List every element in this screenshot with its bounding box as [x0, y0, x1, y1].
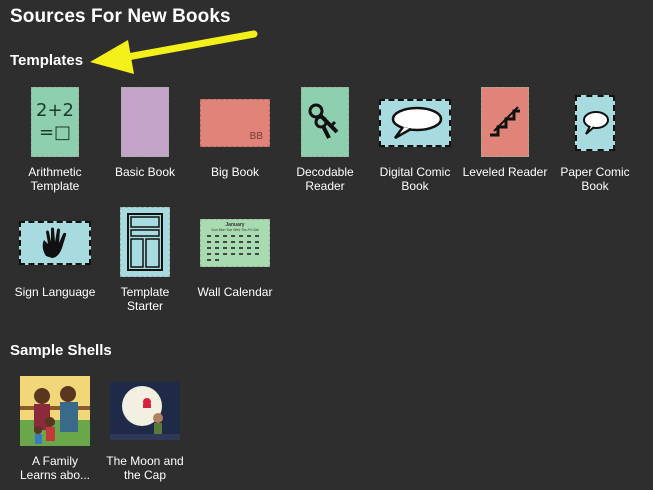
page-title: Sources For New Books — [10, 6, 231, 27]
basic-book-thumbnail — [121, 87, 169, 157]
template-label: Wall Calendar — [197, 285, 273, 299]
keys-icon — [308, 103, 339, 139]
sample-shells-heading: Sample Shells — [10, 342, 112, 359]
sign-language-thumbnail — [19, 221, 91, 265]
calendar-grid-icon — [207, 235, 259, 261]
template-label: Sign Language — [14, 285, 96, 299]
template-label: Leveled Reader — [462, 165, 548, 179]
speech-bubble-icon — [391, 106, 443, 140]
template-digital-comic-book[interactable]: Digital Comic Book — [370, 87, 460, 193]
sample-label: The Moon and the Cap — [106, 454, 184, 482]
stairs-icon — [490, 106, 520, 137]
template-decodable-reader[interactable]: Decodable Reader — [280, 87, 370, 193]
sample-moon-and-cap[interactable]: The Moon and the Cap — [100, 376, 190, 482]
template-paper-comic-book[interactable]: Paper Comic Book — [550, 87, 640, 193]
template-starter-thumbnail — [120, 207, 170, 277]
big-book-thumbnail: BB — [200, 99, 270, 147]
template-label: Big Book — [210, 165, 260, 179]
template-basic-book[interactable]: Basic Book — [100, 87, 190, 179]
template-sign-language[interactable]: Sign Language — [10, 207, 100, 299]
sample-label: A Family Learns abo... — [19, 454, 91, 482]
wall-calendar-thumbnail: January Sun Mon Tue Wed Thu Fri Sat — [200, 219, 270, 267]
sample-family-learns[interactable]: A Family Learns abo... — [10, 376, 100, 482]
template-label: Arithmetic Template — [28, 165, 82, 193]
template-label: Template Starter — [120, 285, 170, 313]
hand-icon — [42, 227, 67, 258]
family-illustration — [20, 376, 90, 446]
moon-illustration — [110, 382, 180, 440]
templates-heading: Templates — [10, 52, 84, 69]
template-label: Digital Comic Book — [379, 165, 451, 193]
template-label: Paper Comic Book — [560, 165, 630, 193]
paper-comic-thumbnail — [575, 95, 615, 151]
template-big-book[interactable]: BB Big Book — [190, 87, 280, 179]
template-template-starter[interactable]: Template Starter — [100, 207, 190, 313]
speech-bubble-icon — [583, 111, 609, 135]
decodable-reader-thumbnail — [301, 87, 349, 157]
template-wall-calendar[interactable]: January Sun Mon Tue Wed Thu Fri Sat Wall… — [190, 207, 280, 299]
template-arithmetic[interactable]: 2+2 =□ Arithmetic Template — [10, 87, 100, 193]
arithmetic-thumbnail: 2+2 =□ — [31, 87, 79, 157]
template-label: Decodable Reader — [296, 165, 354, 193]
template-label: Basic Book — [114, 165, 176, 179]
template-leveled-reader[interactable]: Leveled Reader — [460, 87, 550, 179]
digital-comic-thumbnail — [379, 99, 451, 147]
layout-icon — [127, 213, 163, 271]
leveled-reader-thumbnail — [481, 87, 529, 157]
pointer-arrow-icon — [90, 30, 258, 74]
